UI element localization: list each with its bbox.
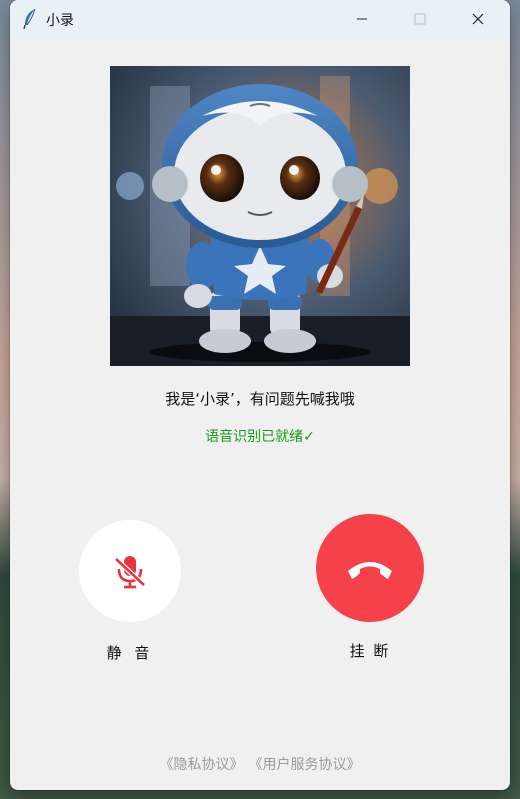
privacy-policy-link[interactable]: 《隐私协议》 <box>160 757 244 773</box>
feather-icon <box>22 8 38 30</box>
close-icon <box>472 13 484 25</box>
footer-links: 《隐私协议》 《用户服务协议》 <box>10 754 510 774</box>
mic-off-icon <box>114 556 146 589</box>
hangup-button[interactable] <box>316 514 424 622</box>
user-service-agreement-link[interactable]: 《用户服务协议》 <box>256 757 361 773</box>
close-button[interactable] <box>450 0 506 38</box>
status-text: 语音识别已就绪✓ <box>205 429 315 445</box>
minimize-button[interactable] <box>334 0 390 38</box>
assistant-avatar-image <box>110 66 410 366</box>
mute-button[interactable] <box>79 520 181 622</box>
maximize-button[interactable] <box>392 0 448 38</box>
phone-hangup-icon <box>348 562 392 579</box>
hangup-label: 挂 断 <box>349 642 391 660</box>
app-window: 小录 我是‘小录’，有问题先喊我哦 语音识别已就绪✓ 静 音 挂 断 《隐私协议… <box>10 0 510 790</box>
greeting-text: 我是‘小录’，有问题先喊我哦 <box>165 390 355 408</box>
maximize-icon <box>414 13 426 25</box>
mute-label: 静 音 <box>106 644 154 662</box>
title-bar[interactable]: 小录 <box>10 0 510 38</box>
window-title: 小录 <box>46 13 74 29</box>
minimize-icon <box>357 18 367 20</box>
